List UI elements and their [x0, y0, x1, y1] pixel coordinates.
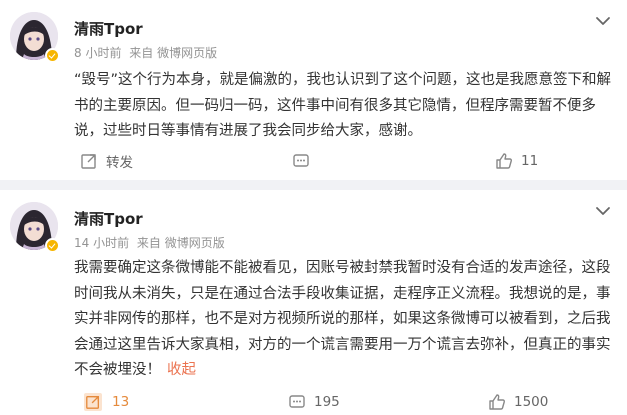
like-icon [496, 153, 512, 169]
post-meta: 8 小时前 来自 微博网页版 [74, 44, 221, 61]
like-count: 11 [521, 153, 539, 169]
repost-label: 转发 [106, 155, 133, 171]
comment-icon [293, 154, 309, 167]
weibo-feed: 清雨Tpor 8 小时前 来自 微博网页版 “毁号”这个行为本身，就是偏激的，我… [0, 0, 627, 415]
post-content: 我需要确定这条微博能不能被看见，因账号被封禁我暂时没有合适的发声途径，这段时间我… [74, 256, 612, 384]
username[interactable]: 清雨Tpor [74, 208, 143, 229]
like-button[interactable]: 1500 [488, 388, 548, 415]
like-count: 1500 [514, 394, 549, 410]
post-actions: 13 195 1500 [0, 388, 627, 415]
chevron-down-icon[interactable] [595, 14, 611, 28]
post-actions: 转发 11 [0, 147, 627, 175]
repost-count: 13 [112, 394, 130, 410]
post-card: 清雨Tpor 14 小时前 来自 微博网页版 我需要确定这条微博能不能被看见，因… [0, 190, 627, 415]
verified-badge-icon [45, 238, 60, 253]
post-meta: 14 小时前 来自 微博网页版 [74, 234, 229, 251]
comment-icon [289, 395, 305, 408]
post-text: “毁号”这个行为本身，就是偏激的，我也认识到了这个问题，这也是我愿意签下和解书的… [74, 72, 612, 139]
post-time[interactable]: 8 小时前 [74, 46, 121, 60]
like-button[interactable]: 11 [495, 147, 538, 175]
collapse-link[interactable]: 收起 [167, 362, 196, 378]
comment-button[interactable] [292, 147, 318, 175]
username[interactable]: 清雨Tpor [74, 18, 143, 39]
repost-button[interactable]: 转发 [80, 147, 133, 175]
post-source: 来自 微博网页版 [129, 46, 218, 60]
repost-icon [84, 393, 102, 411]
chevron-down-icon[interactable] [595, 204, 611, 218]
post-card: 清雨Tpor 8 小时前 来自 微博网页版 “毁号”这个行为本身，就是偏激的，我… [0, 0, 627, 180]
post-source: 来自 微博网页版 [136, 236, 225, 250]
post-content: “毁号”这个行为本身，就是偏激的，我也认识到了这个问题，这也是我愿意签下和解书的… [74, 68, 612, 145]
repost-button[interactable]: 13 [84, 388, 129, 415]
post-time[interactable]: 14 小时前 [74, 236, 129, 250]
repost-icon [81, 154, 96, 169]
comment-count: 195 [314, 394, 340, 410]
verified-badge-icon [45, 48, 60, 63]
comment-button[interactable]: 195 [288, 388, 340, 415]
like-icon [489, 394, 505, 410]
post-text: 我需要确定这条微博能不能被看见，因账号被封禁我暂时没有合适的发声途径，这段时间我… [74, 260, 611, 378]
